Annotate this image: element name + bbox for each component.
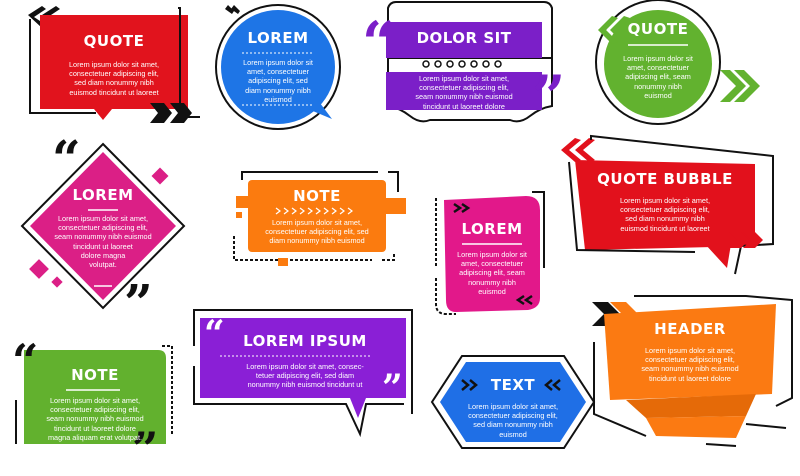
body-line: nonummy nibh [634, 81, 682, 91]
body-line: consectetuer adipiscing elit, [645, 355, 735, 365]
body-line: tincidunt ut laoreet dolore [649, 373, 731, 383]
card-title: NOTE [71, 366, 119, 384]
card-body: Lorem ipsum dolor sit amet, consec-tetue… [220, 362, 390, 390]
body-line: diam nonummy nibh euismod [269, 236, 365, 246]
card-title: LOREM IPSUM [243, 332, 367, 350]
lorem-circle-blue: LOREM Lorem ipsum dolor sit amet, consect… [208, 4, 348, 130]
header-banner-orange: HEADER Lorem ipsum dolor sit amet, consec… [586, 295, 796, 450]
body-line: euismod [478, 286, 506, 296]
card-title: LOREM [461, 220, 523, 238]
body-line: consectetuer adipiscing elit, [69, 69, 159, 79]
body-line: consectetuer adipiscing elit, [50, 405, 140, 415]
card-title: QUOTE [83, 32, 145, 50]
body-line: euismod [264, 94, 292, 104]
body-line: euismod [499, 429, 527, 439]
body-line: tincidunt ut laoreet [73, 241, 133, 251]
body-line: euismod tincidunt ut laoreet [620, 223, 710, 233]
card-body: Lorem ipsum dolor sit amet, consectetuer … [30, 214, 176, 269]
card-body: Lorem ipsum dolor sit amet, consectetuer … [604, 346, 776, 383]
body-line: amet, consectetuer [246, 67, 310, 77]
card-body: Lorem ipsum dolor sit amet, consectetuer … [24, 396, 166, 442]
body-line: amet, consectetuer [460, 259, 524, 269]
body-line: diam nonummy nibh [245, 85, 311, 95]
body-line: consectetuer adipiscing elit, [419, 83, 509, 93]
body-line: consectetuer adipiscing elit, sed [265, 227, 369, 237]
body-line: sed diam nonummy nibh [625, 214, 705, 224]
lorem-box-pink: LOREM Lorem ipsum dolor sit amet, consect… [432, 188, 552, 318]
quote-close-icon: ” [124, 273, 153, 332]
lorem-ipsum-bubble: “ ” LOREM IPSUM Lorem ipsum dolor sit am… [190, 306, 420, 438]
card-body: Lorem ipsum dolor sit amet, consectetuer … [575, 196, 755, 233]
note-box-orange: NOTE Lorem ipsum dolor sit amet, consecte… [228, 168, 408, 270]
body-line: Lorem ipsum dolor sit amet, [49, 396, 141, 405]
card-body: Lorem ipsum dolor sit amet, consectetuer a… [444, 250, 540, 296]
body-line: seam nonummy nibh euismod [54, 232, 152, 242]
chevron-left-icon [225, 5, 240, 14]
quote-open-icon: “ [52, 129, 81, 188]
chevron-right-icon [170, 103, 192, 123]
card-title: TEXT [490, 376, 536, 394]
card-title: NOTE [293, 187, 341, 205]
body-line: Lorem ipsum dolor sit amet, [57, 214, 149, 223]
body-line: Lorem ipsum dolor sit [623, 54, 693, 63]
body-line: magna aliquam erat volutpat. [47, 432, 143, 442]
card-body: Lorem ipsum dolor sit amet, consectetuer … [248, 218, 386, 246]
quote-box-red: QUOTE Lorem ipsum dolor sit amet, consect… [20, 5, 200, 125]
body-line: euismod tincidunt ut laoreet [69, 87, 159, 97]
card-body: Lorem ipsum dolor sit amet, consectetuer … [386, 74, 542, 111]
body-line: consectetuer adipiscing elit, [620, 205, 710, 215]
body-line: Lorem ipsum dolor sit amet, [619, 196, 711, 205]
body-line: nonummy nibh [468, 277, 516, 287]
body-line: adipiscing elit, sed [248, 76, 308, 86]
body-line: sed diam nonummy nibh [74, 78, 154, 88]
card-title: QUOTE BUBBLE [597, 170, 733, 188]
body-line: tincidunt ut laoreet dolore [423, 101, 505, 111]
body-line: tincidunt ut laoreet dolore [54, 423, 136, 433]
card-title: QUOTE [627, 20, 689, 38]
body-line: Lorem ipsum dolor sit amet, consec- [246, 362, 364, 371]
body-line: seam nonummy nibh euismod [46, 414, 144, 424]
body-line: seam nonummy nibh euismod [415, 92, 513, 102]
card-body: Lorem ipsum dolor sit amet, consectetuer a… [208, 58, 348, 104]
body-line: sed diam nonummy nibh [473, 420, 553, 430]
body-line: Lorem ipsum dolor sit [243, 58, 313, 67]
quote-circle-green: QUOTE Lorem ipsum dolor sit amet, consect… [590, 0, 790, 130]
body-line: consectetuer adipiscing elit, [468, 411, 558, 421]
card-title: DOLOR SIT [416, 29, 512, 47]
body-line: nonummy nibh euismod tincidunt ut [247, 380, 363, 390]
dolor-sit-banner: “ ” DOLOR SIT Lorem ipsum dolor sit amet… [360, 0, 580, 128]
body-line: seam nonummy nibh euismod [641, 364, 739, 374]
body-line: adipiscing elit, seam [625, 72, 691, 82]
body-line: euismod [644, 90, 672, 100]
body-line: Lorem ipsum dolor sit amet, [418, 74, 510, 83]
body-line: adipiscing elit, seam [459, 268, 525, 278]
card-title: LOREM [247, 29, 309, 47]
body-line: Lorem ipsum dolor sit amet, [271, 218, 363, 227]
card-body: Lorem ipsum dolor sit amet, consectetuer … [40, 60, 188, 97]
note-box-green: “ ” NOTE Lorem ipsum dolor sit amet, cons… [12, 338, 180, 472]
body-line: Lorem ipsum dolor sit amet, [467, 402, 559, 411]
card-body: Lorem ipsum dolor sit amet, consectetuer a… [590, 54, 726, 100]
card-body: Lorem ipsum dolor sit amet, consectetuer … [428, 402, 598, 439]
card-title: LOREM [72, 186, 134, 204]
quote-bubble-red: QUOTE BUBBLE Lorem ipsum dolor sit amet,… [555, 132, 795, 282]
text-hexagon-blue: TEXT Lorem ipsum dolor sit amet, consecte… [428, 352, 598, 450]
body-line: tetuer adipiscing elit, sed diam [255, 371, 355, 381]
body-line: dolore magna [80, 250, 126, 260]
body-line: consectetuer adipiscing elit, [58, 223, 148, 233]
body-line: volutpat. [89, 260, 117, 270]
card-title: HEADER [654, 320, 726, 338]
lorem-diamond-magenta: “ ” LOREM Lorem ipsum dolor sit amet, con… [8, 134, 188, 328]
body-line: amet, consectetuer [626, 63, 690, 73]
body-line: Lorem ipsum dolor sit amet, [68, 60, 160, 69]
body-line: Lorem ipsum dolor sit [457, 250, 527, 259]
body-line: Lorem ipsum dolor sit amet, [644, 346, 736, 355]
